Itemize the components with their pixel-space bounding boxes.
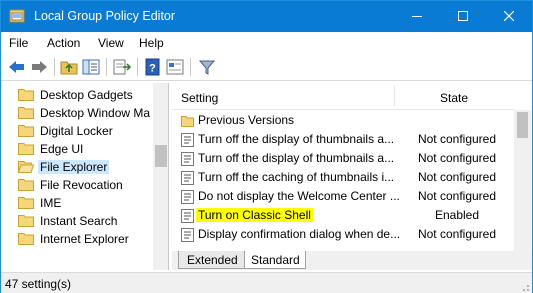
svg-text:?: ? [149, 63, 156, 75]
folder-icon [18, 88, 34, 101]
row-state: Not configured [417, 151, 497, 165]
row-state: Not configured [417, 132, 497, 146]
policy-setting-icon [181, 209, 194, 223]
title-bar[interactable]: Local Group Policy Editor [1, 1, 532, 32]
row-state: Not configured [417, 189, 497, 203]
maximize-button[interactable] [440, 1, 486, 32]
settings-list[interactable]: Setting State Previous Versions Turn off… [172, 83, 532, 270]
scrollbar-thumb[interactable] [517, 112, 528, 138]
tree-item-label: IME [40, 196, 62, 210]
column-header-state[interactable]: State [440, 91, 468, 105]
open-folder-icon [17, 160, 35, 173]
minimize-button[interactable] [394, 1, 440, 32]
scrollbar-thumb[interactable] [155, 145, 167, 167]
row-setting: Turn off the display of thumbnails a... [198, 151, 395, 165]
properties-icon[interactable] [165, 58, 185, 76]
policy-setting-icon [181, 228, 194, 242]
column-divider[interactable] [394, 86, 395, 106]
help-icon[interactable]: ? [143, 58, 163, 76]
maximize-icon [458, 11, 468, 21]
list-row[interactable]: Display confirmation dialog when de... N… [172, 225, 514, 244]
tab-extended[interactable]: Extended [178, 251, 246, 269]
tree-item-ime[interactable]: IME [18, 194, 158, 212]
tree-item-label: Digital Locker [40, 124, 113, 138]
back-arrow-icon[interactable] [7, 58, 27, 76]
list-row[interactable]: Turn off the display of thumbnails a... … [172, 130, 514, 149]
row-state: Enabled [434, 208, 480, 222]
folder-icon [181, 114, 194, 128]
folder-icon [18, 178, 34, 191]
row-setting: Display confirmation dialog when de... [198, 227, 401, 241]
tree-item-internet-explorer[interactable]: Internet Explorer [18, 230, 158, 248]
row-setting: Do not display the Welcome Center ... [198, 189, 400, 203]
list-row-folder[interactable]: Previous Versions [172, 111, 514, 130]
tree-item-label: File Explorer [38, 160, 110, 174]
menu-help[interactable]: Help [139, 36, 164, 50]
status-text: 47 setting(s) [5, 277, 72, 291]
status-bar: 47 setting(s) [1, 272, 532, 293]
folder-icon [18, 124, 34, 137]
tree-item-file-explorer[interactable]: File Explorer [17, 158, 158, 176]
window-title: Local Group Policy Editor [34, 9, 176, 23]
column-header-setting[interactable]: Setting [181, 91, 218, 105]
row-state: Not configured [417, 227, 497, 241]
menu-view[interactable]: View [98, 36, 124, 50]
view-tabs: Extended Standard [172, 251, 532, 270]
row-setting: Previous Versions [198, 113, 295, 127]
forward-arrow-icon[interactable] [29, 58, 49, 76]
list-row[interactable]: Turn off the caching of thumbnails i... … [172, 168, 514, 187]
minimize-icon [412, 16, 422, 17]
resize-grip-icon[interactable] [520, 281, 530, 291]
show-hide-tree-icon[interactable] [81, 58, 101, 76]
tree-item-instant-search[interactable]: Instant Search [18, 212, 158, 230]
tree-pane[interactable]: Desktop Gadgets Desktop Window Ma Digita… [2, 83, 169, 270]
row-setting: Turn off the caching of thumbnails i... [198, 170, 395, 184]
menu-action[interactable]: Action [47, 36, 80, 50]
tree-item-label: Desktop Window Ma [40, 106, 151, 120]
list-header: Setting State [172, 83, 514, 110]
list-row[interactable]: Do not display the Welcome Center ... No… [172, 187, 514, 206]
toolbar: ? [1, 54, 532, 81]
list-row-highlighted[interactable]: Turn on Classic Shell Enabled [172, 206, 514, 225]
close-icon [504, 11, 514, 21]
policy-setting-icon [181, 133, 194, 147]
row-state: Not configured [417, 170, 497, 184]
tree-item-label: Internet Explorer [40, 232, 129, 246]
tree-item-label: File Revocation [40, 178, 123, 192]
tree-scrollbar[interactable] [153, 83, 168, 270]
filter-icon[interactable] [197, 58, 217, 76]
group-policy-icon [9, 8, 25, 24]
policy-setting-icon [181, 152, 194, 166]
list-row[interactable]: Turn off the display of thumbnails a... … [172, 149, 514, 168]
tree-item-digital-locker[interactable]: Digital Locker [18, 122, 158, 140]
tree-item-file-revocation[interactable]: File Revocation [18, 176, 158, 194]
app-window: Local Group Policy Editor File Action Vi… [0, 0, 533, 293]
row-setting: Turn off the display of thumbnails a... [198, 132, 395, 146]
folder-icon [18, 232, 34, 245]
policy-setting-icon [181, 171, 194, 185]
tree-item-desktop-gadgets[interactable]: Desktop Gadgets [18, 86, 158, 104]
list-scrollbar[interactable] [514, 110, 531, 252]
tree-item-label: Instant Search [40, 214, 118, 228]
tree-item-edge-ui[interactable]: Edge UI [18, 140, 158, 158]
folder-icon [18, 142, 34, 155]
toolbar-separator [190, 58, 191, 76]
menu-bar: File Action View Help [1, 32, 532, 54]
tree-item-label: Edge UI [40, 142, 84, 156]
menu-file[interactable]: File [9, 36, 28, 50]
up-folder-icon[interactable] [59, 58, 79, 76]
tree-item-label: Desktop Gadgets [40, 88, 133, 102]
tree-item-desktop-window-manager[interactable]: Desktop Window Ma [18, 104, 158, 122]
folder-icon [18, 214, 34, 227]
tab-standard[interactable]: Standard [244, 251, 306, 269]
toolbar-separator [106, 58, 107, 76]
policy-setting-icon [181, 190, 194, 204]
export-list-icon[interactable] [112, 58, 132, 76]
toolbar-separator [54, 58, 55, 76]
row-setting: Turn on Classic Shell [196, 208, 313, 222]
toolbar-separator [137, 58, 138, 76]
close-button[interactable] [486, 1, 532, 32]
folder-icon [18, 196, 34, 209]
folder-icon [18, 106, 34, 119]
